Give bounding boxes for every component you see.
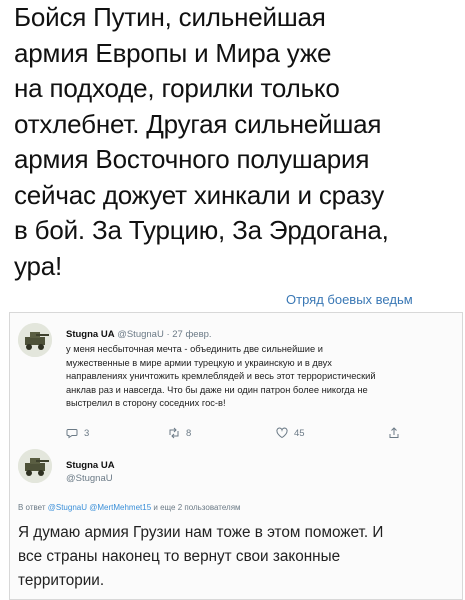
tweet-date[interactable]: · 27 февр.	[166, 329, 211, 340]
retweet-button[interactable]: 8	[168, 427, 191, 439]
headline-line: Бойся Путин, сильнейшая	[14, 2, 326, 32]
tweet-text-line: анклав раз и навсегда. Что бы даже ни од…	[66, 384, 368, 395]
reply-mentions-link[interactable]: @StugnaU @MertMehmet15	[48, 503, 151, 512]
heart-icon	[276, 427, 288, 439]
headline-line: на подходе, горилки только	[14, 73, 340, 103]
headline-line: в бой. За Турцию, За Эрдогана,	[14, 215, 389, 245]
like-count: 45	[294, 427, 305, 439]
headline-line: отхлебнет. Другая сильнейшая	[14, 108, 382, 139]
tweet-header: Stugna UA @StugnaU · 27 февр.	[66, 329, 212, 340]
reply-button[interactable]: 3	[66, 427, 89, 439]
reply-prefix: В ответ	[18, 503, 46, 512]
tweet-text-line: выстрелил в сторону соседних гос-в!	[66, 398, 226, 409]
military-vehicle-avatar-icon[interactable]	[18, 449, 52, 483]
headline-line: сейчас дожует хинкали и сразу	[14, 179, 385, 210]
reply-suffix: и еще 2 пользователям	[153, 503, 241, 512]
reply-context: В ответ @StugnaU @MertMehmet15 и еще 2 п…	[18, 503, 241, 512]
author-name[interactable]: Stugna UA	[66, 460, 115, 471]
tweet-text-line: Я думаю армия Грузии нам тоже в этом пом…	[18, 524, 384, 541]
headline-line: армия Европы и Мира уже	[14, 37, 332, 68]
author-handle[interactable]: @StugnaU	[66, 473, 113, 484]
like-button[interactable]: 45	[276, 427, 305, 439]
tweet-text-line: направлениях уничтожить кремлеблядей и в…	[66, 371, 376, 382]
tweet-text-line: территории.	[18, 572, 105, 589]
tweet-screenshot: Stugna UA @StugnaU · 27 февр. у меня нес…	[9, 312, 463, 600]
reply-tweet-text: Я думаю армия Грузии нам тоже в этом пом…	[18, 521, 462, 593]
tweet-text-line: мужественные в мире армии турецкую и укр…	[66, 357, 332, 368]
author-name[interactable]: Stugna UA	[66, 329, 115, 340]
reply-count: 3	[84, 427, 90, 439]
retweet-count: 8	[186, 427, 192, 439]
retweet-icon	[169, 427, 179, 439]
tweet-text-line: у меня несбыточная мечта - объединить дв…	[66, 344, 323, 354]
group-watermark: Отряд боевых ведьм	[286, 292, 413, 307]
meme-headline: Бойся Путин, сильнейшая армия Европы и М…	[14, 0, 459, 284]
share-button[interactable]	[388, 427, 400, 439]
military-vehicle-avatar-icon[interactable]	[18, 323, 52, 357]
headline-line: ура!	[14, 250, 63, 281]
author-handle[interactable]: @StugnaU	[117, 329, 164, 340]
headline-line: армия Восточного полушария	[14, 144, 370, 174]
tweet-actions: 3 8 45	[66, 427, 446, 441]
tweet-text: у меня несбыточная мечта - объединить дв…	[66, 343, 458, 411]
tweet-text-line: все страны наконец то вернут свои законн…	[18, 548, 341, 565]
reply-icon	[66, 429, 78, 439]
share-icon	[389, 427, 399, 438]
